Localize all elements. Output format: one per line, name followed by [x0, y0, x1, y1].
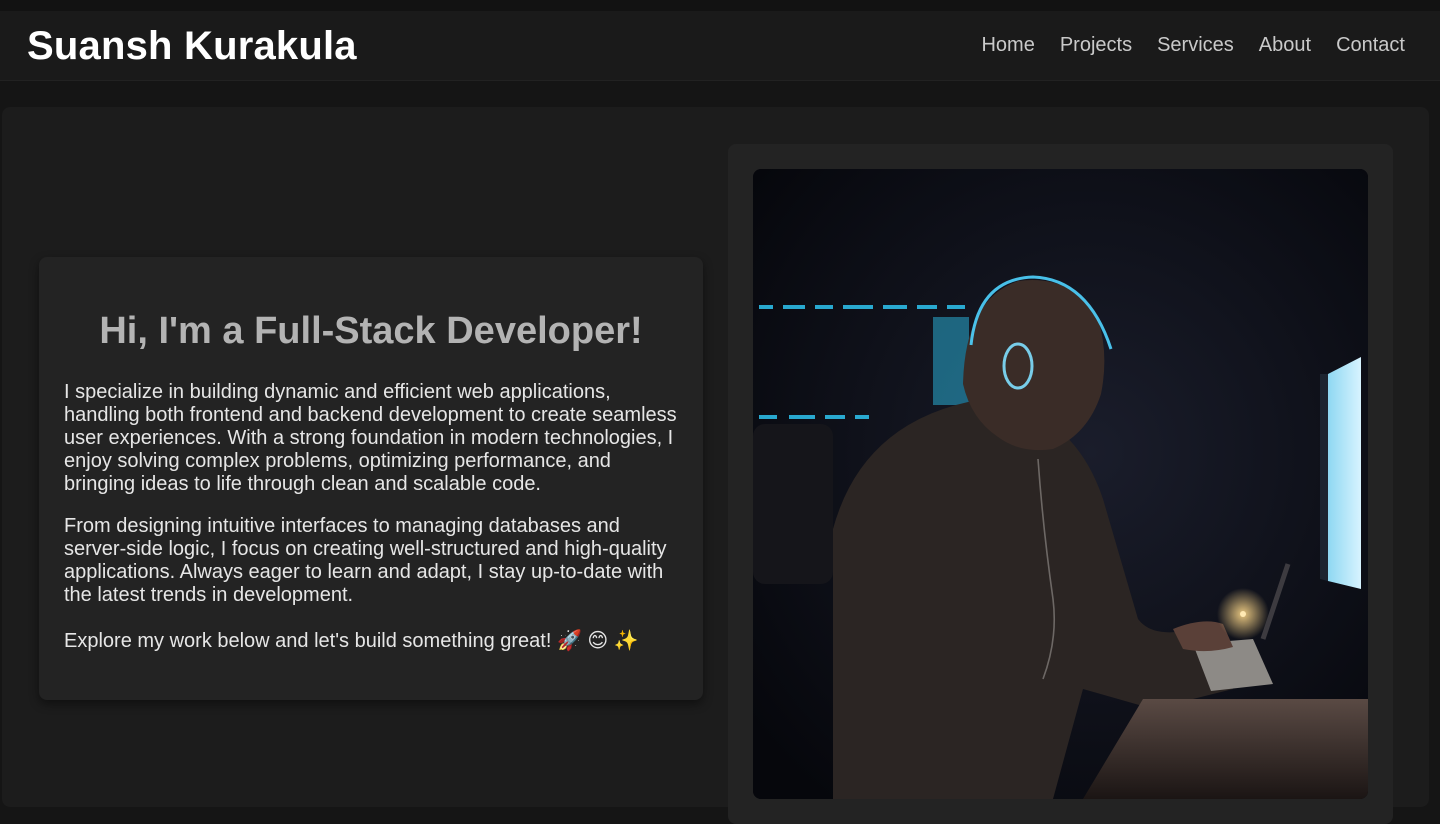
nav-about-link[interactable]: About — [1259, 34, 1311, 57]
intro-card: Hi, I'm a Full-Stack Developer! I specia… — [39, 257, 703, 700]
nav-home-link[interactable]: Home — [981, 34, 1034, 57]
developer-illustration — [753, 169, 1368, 799]
top-strip — [0, 0, 1440, 11]
navbar: Suansh Kurakula Home Projects Services A… — [0, 11, 1440, 81]
intro-paragraph: From designing intuitive interfaces to m… — [64, 515, 667, 606]
developer-photo — [753, 169, 1368, 799]
nav-contact-link[interactable]: Contact — [1336, 34, 1405, 57]
monitor — [1320, 357, 1361, 589]
intro-paragraph: I specialize in building dynamic and eff… — [64, 381, 677, 495]
hero-section: Hi, I'm a Full-Stack Developer! I specia… — [2, 107, 1429, 824]
cta-text: Explore my work below and let's build so… — [64, 630, 639, 652]
person-head — [963, 280, 1105, 451]
nav-services-link[interactable]: Services — [1157, 34, 1234, 57]
hero-image-frame — [728, 144, 1393, 824]
lamp-light — [1240, 611, 1246, 617]
hero-title: Hi, I'm a Full-Stack Developer! — [99, 310, 643, 352]
chair-back — [753, 424, 833, 584]
nav-menu: Home Projects Services About Contact — [981, 34, 1405, 57]
site-brand[interactable]: Suansh Kurakula — [27, 24, 357, 69]
nav-projects-link[interactable]: Projects — [1060, 34, 1132, 57]
